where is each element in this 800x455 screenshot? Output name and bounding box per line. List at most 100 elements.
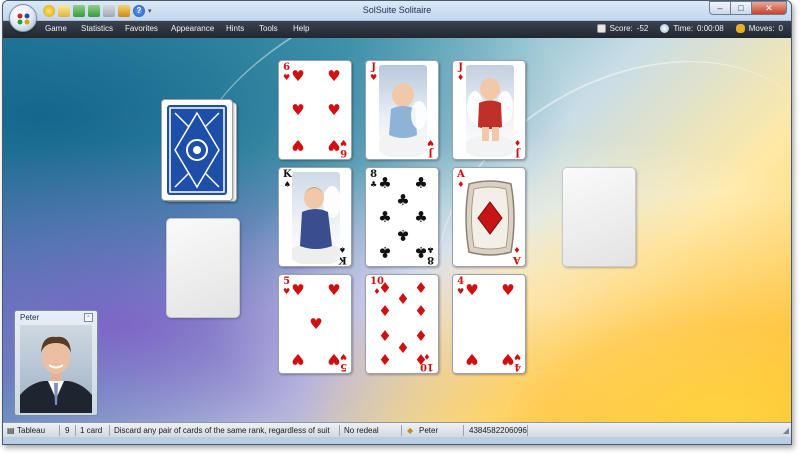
club-icon: ♣ [396, 226, 410, 244]
card-back-ornament [169, 107, 225, 193]
resize-grip-icon[interactable]: ◢ [783, 426, 789, 435]
status-cards-left: 9 [65, 426, 70, 435]
play-area: 6 ♥ 6 ♥ ♥ ♥ ♥ ♥ ♥ ♥ J ♥ J ♥ J ♦ J ♦ K ♠ … [3, 38, 791, 422]
card-back-pattern [167, 105, 227, 195]
club-icon: ♣ [396, 191, 410, 209]
footsteps-icon [735, 24, 745, 33]
tableau-icon: ▤ [7, 426, 15, 435]
menu-hints[interactable]: Hints [226, 24, 244, 33]
diamond-icon: ♦ [414, 351, 428, 369]
status-game-number: 4384582206096 [469, 426, 527, 435]
minimize-button[interactable]: – [709, 1, 731, 15]
card-corner: K ♠ [283, 169, 292, 189]
status-rule: Discard any pair of cards of the same ra… [114, 426, 330, 435]
status-selection: 1 card [80, 426, 103, 435]
card-corner: J ♦ [513, 138, 521, 158]
player-panel: Peter ▫ [14, 310, 98, 416]
club-icon: ♣ [378, 243, 392, 261]
title-bar: ? ▾ SolSuite Solitaire – □ ✕ [3, 1, 791, 21]
heart-icon: ♥ [291, 350, 305, 368]
heart-icon: ♥ [465, 281, 479, 299]
status-divider [75, 425, 76, 436]
heart-icon: ♥ [291, 67, 305, 85]
diamond-icon: ♦ [378, 327, 392, 345]
club-icon: ♣ [414, 174, 428, 192]
status-divider [401, 425, 402, 436]
menu-help[interactable]: Help [293, 24, 309, 33]
status-bar: ▤ Tableau 9 1 card Discard any pair of c… [3, 422, 791, 437]
score-label: Score: [609, 24, 633, 33]
menu-favorites[interactable]: Favorites [125, 24, 158, 33]
maximize-button[interactable]: □ [730, 1, 752, 15]
heart-icon: ♥ [327, 350, 341, 368]
heart-icon: ♥ [291, 101, 305, 119]
card-corner: J ♦ [457, 62, 465, 82]
diamond-icon: ♦ [414, 279, 428, 297]
club-icon: ♣ [414, 243, 428, 261]
close-button[interactable]: ✕ [751, 1, 787, 15]
tableau-card-7[interactable]: 5 ♥ 5 ♥ ♥ ♥ ♥ ♥ ♥ [278, 274, 352, 374]
club-icon: ♣ [414, 208, 428, 226]
status-game-name: Tableau [17, 426, 46, 435]
stock-pile[interactable] [161, 99, 233, 201]
heart-icon: ♥ [327, 67, 341, 85]
diamond-icon: ♦ [414, 302, 428, 320]
heart-icon: ♥ [291, 281, 305, 299]
cherub-illustration [466, 65, 514, 157]
time-value: 0:00:08 [697, 24, 724, 33]
diamond-icon: ♦ [378, 351, 392, 369]
menu-appearance[interactable]: Appearance [171, 24, 214, 33]
status-divider [339, 425, 340, 436]
moves-stat: Moves: 0 [735, 24, 783, 33]
menu-statistics[interactable]: Statistics [81, 24, 113, 33]
heart-icon: ♥ [501, 281, 515, 299]
diamond-icon: ♦ [378, 302, 392, 320]
ace-diamond-emblem [465, 180, 515, 256]
diamond-icon: ♦ [396, 290, 410, 308]
window-controls: – □ ✕ [709, 1, 787, 15]
status-divider [109, 425, 110, 436]
player-name: Peter [20, 313, 40, 322]
heart-icon: ♥ [309, 315, 323, 333]
tableau-card-2[interactable]: J ♥ J ♥ [365, 60, 439, 160]
tableau-card-3[interactable]: J ♦ J ♦ [452, 60, 526, 160]
card-corner: J ♥ [370, 62, 378, 82]
menu-tools[interactable]: Tools [259, 24, 278, 33]
time-label: Time: [673, 24, 694, 33]
moves-value: 0 [778, 24, 783, 33]
heart-icon: ♥ [327, 136, 341, 154]
club-icon: ♣ [378, 208, 392, 226]
diamond-icon: ♦ [396, 339, 410, 357]
status-divider [59, 425, 60, 436]
solsuite-window: ? ▾ SolSuite Solitaire – □ ✕ Game Statis… [2, 0, 792, 445]
status-redeal: No redeal [344, 426, 379, 435]
cherub-illustration [292, 172, 340, 264]
foundation-slot[interactable] [562, 167, 636, 267]
menu-game[interactable]: Game [45, 24, 67, 33]
heart-icon: ♥ [291, 136, 305, 154]
diamond-icon: ♦ [414, 327, 428, 345]
moves-label: Moves: [748, 24, 775, 33]
waste-slot[interactable] [166, 218, 240, 318]
player-panel-close-button[interactable]: ▫ [84, 313, 93, 322]
game-stats: Score: -52 Time: 0:00:08 Moves: 0 [596, 24, 783, 33]
score-icon [596, 24, 606, 33]
clock-icon [660, 24, 670, 33]
app-menu-button[interactable] [9, 4, 37, 32]
score-stat: Score: -52 [596, 24, 649, 33]
heart-icon: ♥ [465, 350, 479, 368]
heart-icon: ♥ [327, 101, 341, 119]
tableau-card-8[interactable]: 10 ♦ 10 ♦ ♦ ♦ ♦ ♦ ♦ ♦ ♦ ♦ ♦ ♦ [365, 274, 439, 374]
player-icon: ◆ [407, 426, 414, 435]
tableau-card-5[interactable]: 8 ♣ 8 ♣ ♣ ♣ ♣ ♣ ♣ ♣ ♣ ♣ [365, 167, 439, 267]
status-divider [463, 425, 464, 436]
tableau-card-1[interactable]: 6 ♥ 6 ♥ ♥ ♥ ♥ ♥ ♥ ♥ [278, 60, 352, 160]
tableau-card-6[interactable]: A ♦ A ♦ [452, 167, 526, 267]
player-avatar [20, 325, 92, 413]
status-player: Peter [419, 426, 439, 435]
score-value: -52 [636, 24, 649, 33]
window-title: SolSuite Solitaire [362, 5, 432, 15]
tableau-card-4[interactable]: K ♠ K ♠ [278, 167, 352, 267]
menu-bar: Game Statistics Favorites Appearance Hin… [3, 21, 791, 38]
tableau-card-9[interactable]: 4 ♥ 4 ♥ ♥ ♥ ♥ ♥ [452, 274, 526, 374]
